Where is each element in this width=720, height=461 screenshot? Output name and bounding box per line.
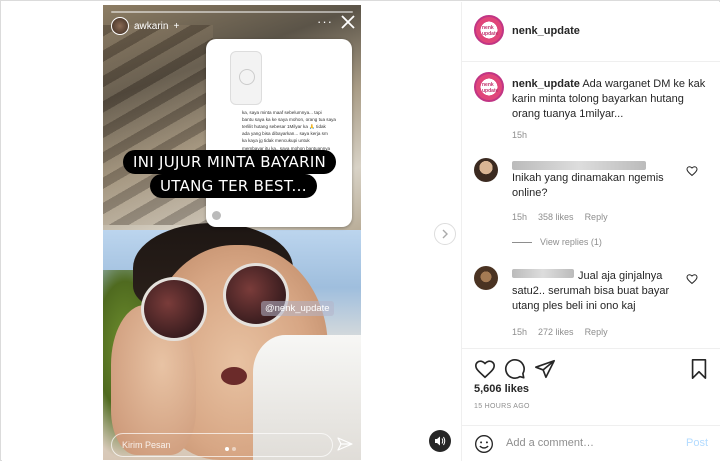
dm-avatar [212,211,221,220]
comment-time[interactable]: 15h [512,327,527,337]
avatar-text: nenk update [482,82,499,94]
carousel-dot [232,447,236,451]
speaker-icon [435,436,446,446]
like-heart-icon[interactable] [474,358,496,380]
next-button[interactable] [434,223,456,245]
heart-icon[interactable] [686,165,698,177]
reply-button[interactable]: Reply [585,212,608,222]
caption-text: nenk_update Ada warganet DM ke kak karin… [512,77,712,122]
comment-text: Jual aja ginjalnya satu2.. serumah bisa … [512,270,670,312]
author-username[interactable]: nenk_update [512,25,580,37]
heart-icon[interactable] [686,273,698,285]
comment-likes[interactable]: 272 likes [538,327,574,337]
post-details-panel: nenk update nenk_update nenk update nenk… [461,2,720,461]
more-horizontal-icon[interactable]: ··· [317,14,333,29]
view-replies[interactable]: View replies (1) [512,237,602,247]
bookmark-icon[interactable] [688,358,710,380]
caption-timestamp[interactable]: 15h [512,130,527,140]
carousel-dot-active [225,447,229,451]
story-avatar[interactable] [111,17,129,35]
author-avatar[interactable]: nenk update [474,15,504,45]
story-progress-bar [111,11,353,13]
send-icon[interactable] [337,436,353,452]
avatar-text: nenk update [482,25,499,37]
emoji-icon[interactable] [474,434,494,454]
story-caption: INI JUJUR MINTA BAYARIN UTANG TER BEST..… [123,150,343,200]
comment-text: Inikah yang dinamakan ngemis online? [512,172,664,199]
comment-likes[interactable]: 358 likes [538,212,574,222]
comment-time[interactable]: 15h [512,212,527,222]
share-send-icon[interactable] [534,358,556,380]
post-timestamp[interactable]: 15 HOURS AGO [474,403,530,410]
chevron-right-icon [442,229,448,239]
add-comment-bar: Add a comment… Post [462,425,720,461]
carousel-dots [225,447,236,451]
mouth-shape [221,367,247,385]
like-count[interactable]: 5,606 likes [474,383,529,395]
post-actions: 5,606 likes 15 HOURS AGO Add a comment… … [462,348,720,460]
blurred-username [512,161,646,170]
mute-button[interactable] [429,430,451,452]
mention-tag: @nenk_update [261,301,334,316]
commenter-avatar[interactable] [474,266,498,290]
commenter-avatar[interactable] [474,158,498,182]
reply-button[interactable]: Reply [585,327,608,337]
comment-meta: 15h 358 likes Reply [512,212,608,222]
caption-username[interactable]: nenk_update [512,78,580,90]
view-replies-line [512,241,532,243]
comment-bubble-icon[interactable] [504,358,526,380]
sunglasses-left-lens [141,277,207,341]
story-video[interactable]: ka, saya minta maaf sebelumnya... tapi b… [103,5,361,460]
close-icon[interactable] [340,14,356,30]
view-replies-label[interactable]: View replies (1) [540,237,602,247]
comment-input[interactable]: Add a comment… [506,437,594,449]
story-user[interactable]: awkarin + [111,17,179,35]
caption-avatar[interactable]: nenk update [474,72,504,102]
post-media: ka, saya minta maaf sebelumnya... tapi b… [2,2,461,461]
post-comment-button[interactable]: Post [686,437,708,449]
story-caption-line-1: INI JUJUR MINTA BAYARIN [123,150,337,174]
comment-meta: 15h 272 likes Reply [512,327,608,337]
instagram-post-modal: ka, saya minta maaf sebelumnya... tapi b… [0,0,720,461]
dm-attachment-image [230,51,262,105]
sunglasses-right-lens [223,263,289,327]
story-send-message-input[interactable]: Kirim Pesan [111,433,333,457]
story-caption-line-2: UTANG TER BEST... [150,174,317,198]
post-header: nenk update nenk_update [462,2,720,62]
story-username[interactable]: awkarin [134,21,168,32]
add-icon: + [173,20,180,32]
